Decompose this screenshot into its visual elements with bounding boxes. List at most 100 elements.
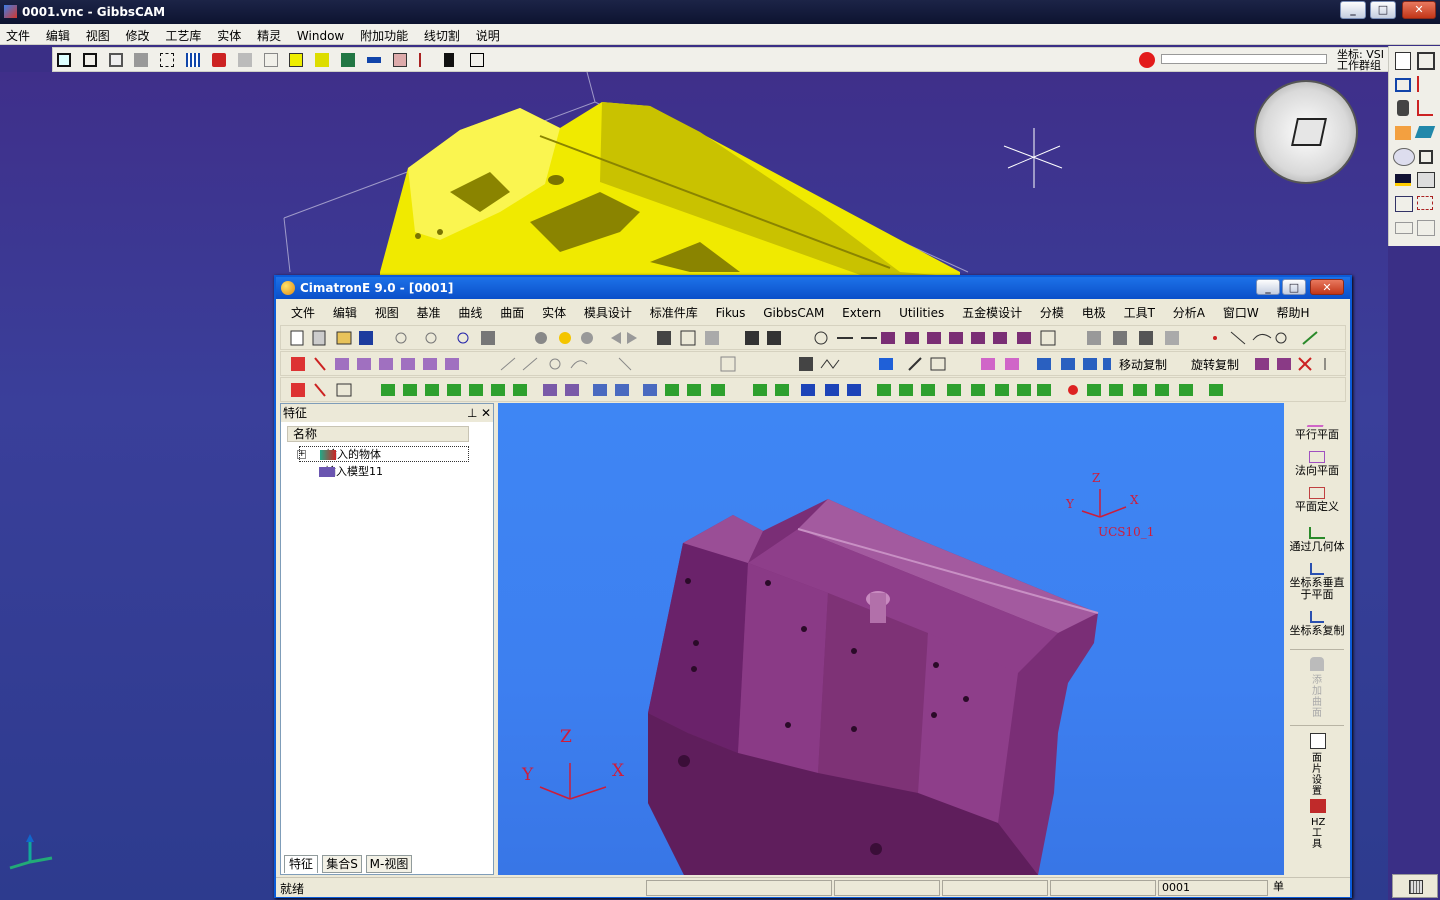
- patch-settings-label: 面片设置: [1312, 753, 1322, 797]
- help-cursor-icon[interactable]: [467, 50, 487, 70]
- cimatron-viewport[interactable]: Z Y X UCS10_1 Z Y X: [498, 403, 1284, 875]
- bar-icon[interactable]: [364, 50, 384, 70]
- cimatron-maximize-button[interactable]: □: [1282, 279, 1306, 295]
- cube-outline-icon[interactable]: [1419, 150, 1433, 164]
- menu-wire-edm[interactable]: 线切割: [418, 24, 466, 44]
- menu-wizard[interactable]: 精灵: [251, 24, 287, 44]
- c-menu-curve[interactable]: 曲线: [451, 301, 489, 321]
- trash-button[interactable]: [1392, 874, 1438, 898]
- c-menu-datum[interactable]: 基准: [410, 301, 448, 321]
- angle-icon[interactable]: [1417, 100, 1433, 116]
- render-icon[interactable]: [1417, 172, 1435, 188]
- split-icon[interactable]: [1395, 222, 1413, 234]
- cimatron-close-button[interactable]: ✕: [1310, 279, 1344, 295]
- tree-item-imported-model[interactable]: 输入模型11: [299, 464, 469, 480]
- normal-plane-button[interactable]: 法向平面: [1286, 451, 1348, 477]
- drill-icon[interactable]: [1397, 100, 1409, 116]
- c-menu-standard-parts[interactable]: 标准件库: [643, 301, 705, 321]
- layer-icon[interactable]: [1395, 174, 1411, 186]
- menu-modify[interactable]: 修改: [120, 24, 156, 44]
- c-menu-fikus[interactable]: Fikus: [709, 303, 753, 320]
- dark-tool-icon[interactable]: [441, 50, 461, 70]
- menu-solid[interactable]: 实体: [211, 24, 247, 44]
- transform-icon[interactable]: [1395, 196, 1413, 212]
- grid-icon[interactable]: [183, 50, 203, 70]
- panel-close-icon[interactable]: ✕: [481, 404, 491, 422]
- gibbs-yellow-part[interactable]: [380, 102, 960, 282]
- c-menu-tools[interactable]: 工具T: [1117, 301, 1162, 321]
- parallel-plane-button[interactable]: 平行平面: [1286, 415, 1348, 441]
- menu-help[interactable]: 说明: [470, 24, 506, 44]
- frame-icon[interactable]: [54, 50, 74, 70]
- c-menu-electrode[interactable]: 电极: [1075, 301, 1113, 321]
- green-solid-icon[interactable]: [338, 50, 358, 70]
- windows-icon[interactable]: [1417, 52, 1435, 70]
- orange-part-icon[interactable]: [1395, 126, 1411, 140]
- maximize-button[interactable]: □: [1370, 1, 1396, 19]
- minimize-button[interactable]: _: [1340, 1, 1366, 19]
- tool-icon[interactable]: [235, 50, 255, 70]
- c-menu-window[interactable]: 窗口W: [1216, 301, 1266, 321]
- c-menu-parting[interactable]: 分模: [1033, 301, 1071, 321]
- active-cube-icon[interactable]: [390, 50, 410, 70]
- menu-view[interactable]: 视图: [80, 24, 116, 44]
- cimatron-minimize-button[interactable]: _: [1256, 279, 1280, 295]
- yellow-cube-icon[interactable]: [286, 50, 306, 70]
- status-field-3: [942, 880, 1048, 896]
- move-copy-button[interactable]: 移动复制: [1119, 356, 1167, 373]
- select-region-icon[interactable]: [1417, 196, 1433, 210]
- column-header-name[interactable]: 名称: [287, 426, 469, 442]
- c-menu-surface[interactable]: 曲面: [493, 301, 531, 321]
- new-doc-icon[interactable]: [1395, 52, 1411, 70]
- hz-tool-icon[interactable]: [1310, 799, 1326, 813]
- gibbs-window-title: 0001.vnc - GibbsCAM: [22, 5, 166, 19]
- c-menu-die-design[interactable]: 五金模设计: [955, 301, 1029, 321]
- c-menu-edit[interactable]: 编辑: [326, 301, 364, 321]
- tab-sets[interactable]: 集合S: [322, 855, 362, 873]
- ucs-normal-to-plane-button[interactable]: 坐标系垂直于平面: [1286, 563, 1348, 601]
- select-icon[interactable]: [157, 50, 177, 70]
- rotate-copy-button[interactable]: 旋转复制: [1191, 356, 1239, 373]
- c-menu-view[interactable]: 视图: [368, 301, 406, 321]
- add-surface-icon[interactable]: [1310, 657, 1324, 671]
- patch-settings-icon[interactable]: [1310, 733, 1326, 749]
- axis-icon[interactable]: [1417, 76, 1433, 92]
- menu-plugins[interactable]: 附加功能: [354, 24, 414, 44]
- text-a-icon[interactable]: [80, 50, 100, 70]
- c-menu-file[interactable]: 文件: [284, 301, 322, 321]
- cimatron-purple-part[interactable]: [648, 499, 1099, 875]
- plane-icon[interactable]: [1414, 126, 1436, 138]
- c-menu-utilities[interactable]: Utilities: [892, 303, 951, 320]
- pin-icon[interactable]: ⊥: [467, 404, 477, 422]
- close-button[interactable]: ✕: [1402, 1, 1436, 19]
- shaded-box-icon[interactable]: [131, 50, 151, 70]
- c-menu-mold-design[interactable]: 模具设计: [577, 301, 639, 321]
- trash-icon: [1409, 880, 1423, 894]
- menu-file[interactable]: 文件: [0, 24, 36, 44]
- arrow-icon[interactable]: [416, 50, 436, 70]
- color-icon[interactable]: [209, 50, 229, 70]
- menu-window[interactable]: Window: [291, 26, 350, 43]
- c-menu-solid[interactable]: 实体: [535, 301, 573, 321]
- tab-m-view[interactable]: M-视图: [366, 855, 412, 873]
- plane-definition-button[interactable]: 平面定义: [1286, 487, 1348, 513]
- menu-process-library[interactable]: 工艺库: [159, 24, 207, 44]
- tab-features[interactable]: 特征: [284, 855, 318, 873]
- copy-icon[interactable]: [1417, 220, 1435, 236]
- yellow-cubes-icon[interactable]: [312, 50, 332, 70]
- shape-icon[interactable]: [261, 50, 281, 70]
- c-menu-gibbscam[interactable]: GibbsCAM: [756, 303, 831, 320]
- c-menu-help[interactable]: 帮助H: [1270, 301, 1317, 321]
- c-menu-analysis[interactable]: 分析A: [1166, 301, 1212, 321]
- stop-icon[interactable]: [1139, 52, 1155, 68]
- ucs-copy-button[interactable]: 坐标系复制: [1286, 611, 1348, 637]
- menu-edit[interactable]: 编辑: [40, 24, 76, 44]
- view-cube-wheel[interactable]: [1254, 80, 1358, 184]
- box-icon[interactable]: [106, 50, 126, 70]
- view-cube-icon[interactable]: [1291, 118, 1327, 146]
- through-geometry-button[interactable]: 通过几何体: [1286, 527, 1348, 553]
- c-menu-extern[interactable]: Extern: [835, 303, 888, 320]
- rect-icon[interactable]: [1395, 78, 1411, 92]
- eye-icon[interactable]: [1393, 148, 1415, 166]
- tree-item-imported-objects[interactable]: 输入的物体: [299, 446, 469, 462]
